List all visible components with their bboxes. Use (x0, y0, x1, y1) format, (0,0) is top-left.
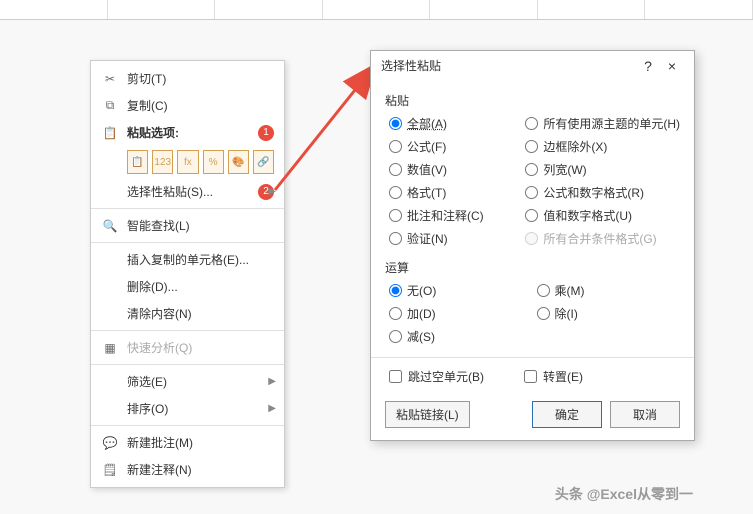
spreadsheet-header (0, 0, 753, 20)
radio-values-num-fmt[interactable]: 值和数字格式(U) (525, 207, 680, 224)
radio-col-widths[interactable]: 列宽(W) (525, 161, 680, 178)
menu-clear[interactable]: 清除内容(N) (91, 300, 284, 327)
context-menu: ✂ 剪切(T) ⧉ 复制(C) 📋 粘贴选项: 1 📋 123 fx % 🎨 🔗… (90, 60, 285, 488)
radio-all-source-theme[interactable]: 所有使用源主题的单元(H) (525, 115, 680, 132)
cancel-button[interactable]: 取消 (610, 401, 680, 428)
radio-except-borders[interactable]: 边框除外(X) (525, 138, 680, 155)
menu-new-note-label: 新建注释(N) (127, 461, 274, 478)
chevron-right-icon: ▶ (268, 376, 276, 387)
menu-separator (91, 242, 284, 243)
radio-all[interactable]: 全部(A) (389, 115, 521, 132)
ops-radio-group: 无(O) 乘(M) 加(D) 除(I) 减(S) (385, 280, 680, 351)
menu-sort[interactable]: 排序(O) ▶ (91, 395, 284, 422)
chevron-right-icon: ▶ (268, 186, 276, 197)
paste-special-dialog: 选择性粘贴 ? × 粘贴 全部(A) 所有使用源主题的单元(H) 公式(F) 边… (370, 50, 695, 441)
menu-separator (91, 425, 284, 426)
radio-formulas-num-fmt[interactable]: 公式和数字格式(R) (525, 184, 680, 201)
ok-button[interactable]: 确定 (532, 401, 602, 428)
menu-paste-special-label: 选择性粘贴(S)... (127, 183, 254, 200)
menu-new-comment[interactable]: 💬 新建批注(M) (91, 429, 284, 456)
menu-insert-copied-label: 插入复制的单元格(E)... (127, 251, 274, 268)
paste-radio-group: 全部(A) 所有使用源主题的单元(H) 公式(F) 边框除外(X) 数值(V) … (385, 113, 680, 253)
menu-new-note[interactable]: 🗒 新建注释(N) (91, 456, 284, 483)
menu-paste-options[interactable]: 📋 粘贴选项: 1 (91, 119, 284, 146)
paste-icon-values[interactable]: 123 (152, 150, 173, 174)
paste-icon-all[interactable]: 📋 (127, 150, 148, 174)
help-button[interactable]: ? (636, 58, 660, 74)
menu-separator (91, 330, 284, 331)
menu-quick-analysis-label: 快速分析(Q) (127, 339, 274, 356)
scissors-icon: ✂ (101, 71, 119, 87)
quick-analysis-icon: ▦ (101, 340, 119, 356)
menu-copy-label: 复制(C) (127, 97, 274, 114)
radio-validation[interactable]: 验证(N) (389, 230, 521, 247)
radio-values[interactable]: 数值(V) (389, 161, 521, 178)
menu-insert-copied[interactable]: 插入复制的单元格(E)... (91, 246, 284, 273)
menu-delete[interactable]: 删除(D)... (91, 273, 284, 300)
chevron-right-icon: ▶ (268, 403, 276, 414)
radio-formulas[interactable]: 公式(F) (389, 138, 521, 155)
menu-cut-label: 剪切(T) (127, 70, 274, 87)
radio-comments[interactable]: 批注和注释(C) (389, 207, 521, 224)
radio-op-none[interactable]: 无(O) (389, 282, 533, 299)
clipboard-icon: 📋 (101, 125, 119, 141)
menu-filter-label: 筛选(E) (127, 373, 274, 390)
comment-icon: 💬 (101, 435, 119, 451)
check-transpose[interactable]: 转置(E) (524, 368, 583, 385)
paste-link-button[interactable]: 粘贴链接(L) (385, 401, 470, 428)
menu-sort-label: 排序(O) (127, 400, 274, 417)
radio-op-multiply[interactable]: 乘(M) (537, 282, 681, 299)
paste-icon-link[interactable]: 🔗 (253, 150, 274, 174)
paste-icon-source-fmt[interactable]: 🎨 (228, 150, 249, 174)
menu-new-comment-label: 新建批注(M) (127, 434, 274, 451)
menu-separator (91, 208, 284, 209)
menu-paste-options-label: 粘贴选项: (127, 126, 179, 140)
menu-separator (91, 364, 284, 365)
paste-icon-row: 📋 123 fx % 🎨 🔗 (91, 146, 284, 178)
menu-paste-special[interactable]: 选择性粘贴(S)... 2 ▶ (91, 178, 284, 205)
radio-op-add[interactable]: 加(D) (389, 305, 533, 322)
ops-group-label: 运算 (385, 259, 680, 276)
radio-formats[interactable]: 格式(T) (389, 184, 521, 201)
menu-smart-lookup[interactable]: 🔍 智能查找(L) (91, 212, 284, 239)
copy-icon: ⧉ (101, 98, 119, 114)
search-icon: 🔍 (101, 218, 119, 234)
paste-group-label: 粘贴 (385, 92, 680, 109)
close-button[interactable]: × (660, 58, 684, 74)
dialog-title: 选择性粘贴 (381, 57, 636, 74)
paste-icon-formatting[interactable]: % (203, 150, 224, 174)
menu-delete-label: 删除(D)... (127, 278, 274, 295)
radio-op-divide[interactable]: 除(I) (537, 305, 681, 322)
dialog-separator (371, 357, 694, 358)
menu-cut[interactable]: ✂ 剪切(T) (91, 65, 284, 92)
menu-quick-analysis: ▦ 快速分析(Q) (91, 334, 284, 361)
note-icon: 🗒 (101, 462, 119, 478)
menu-clear-label: 清除内容(N) (127, 305, 274, 322)
dialog-titlebar: 选择性粘贴 ? × (371, 51, 694, 80)
menu-filter[interactable]: 筛选(E) ▶ (91, 368, 284, 395)
check-skip-blanks[interactable]: 跳过空单元(B) (389, 368, 484, 385)
badge-1: 1 (258, 125, 274, 141)
menu-smart-lookup-label: 智能查找(L) (127, 217, 274, 234)
paste-icon-formulas[interactable]: fx (177, 150, 198, 174)
menu-copy[interactable]: ⧉ 复制(C) (91, 92, 284, 119)
radio-all-merge-cond: 所有合并条件格式(G) (525, 230, 680, 247)
watermark: 头条 @Excel从零到一 (555, 484, 693, 504)
radio-op-subtract[interactable]: 减(S) (389, 328, 533, 345)
